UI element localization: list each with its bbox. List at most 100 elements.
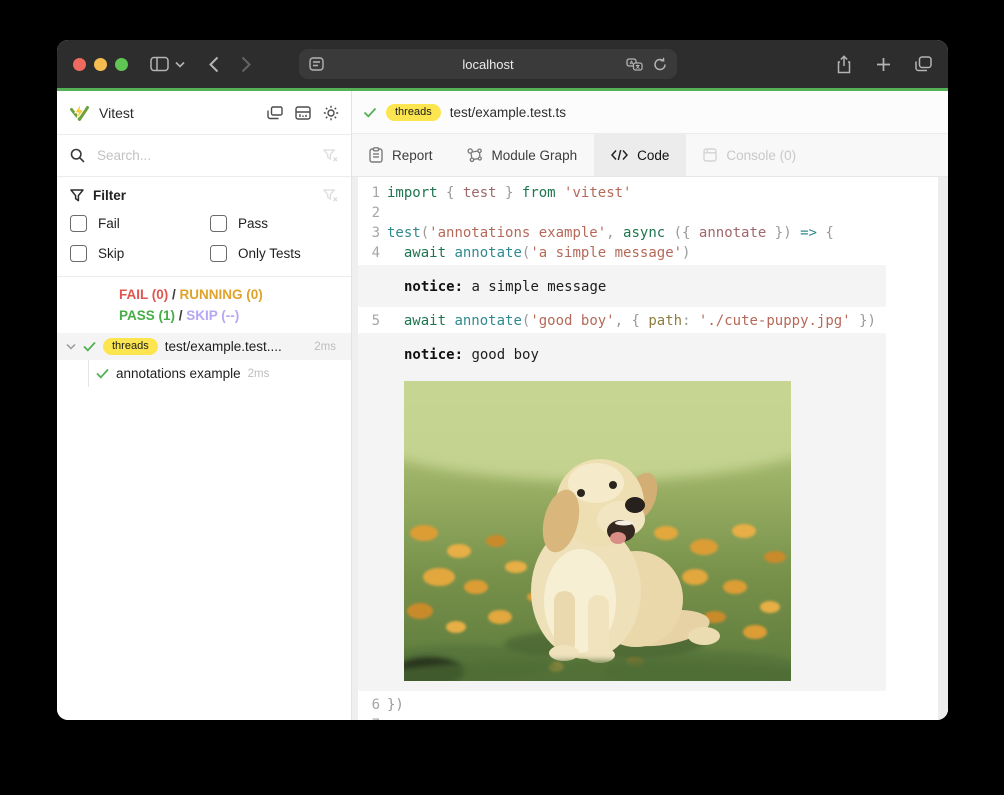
zoom-window-button[interactable] xyxy=(115,58,128,71)
filter-checkbox-only-tests[interactable]: Only Tests xyxy=(210,245,338,262)
line-number: 4 xyxy=(358,243,380,263)
share-icon[interactable] xyxy=(836,55,852,74)
code-line-1: 1 import { test } from 'vitest' xyxy=(358,183,938,203)
line-number: 6 xyxy=(358,695,380,715)
cute-puppy-photo xyxy=(404,381,791,681)
status-segment-pass: PASS (1) xyxy=(119,308,175,323)
new-tab-icon[interactable] xyxy=(876,57,891,72)
chevron-down-icon[interactable] xyxy=(175,61,185,68)
status-segment-sep: / xyxy=(175,308,186,323)
code-line-6: 6}) xyxy=(358,695,938,715)
summary-line-2: PASS (1) / SKIP (--) xyxy=(119,305,351,326)
tab-code[interactable]: Code xyxy=(594,134,686,176)
code-line-5: 5 await annotate('good boy', { path: './… xyxy=(358,311,938,331)
url-text[interactable]: localhost xyxy=(299,57,677,72)
pool-badge: threads xyxy=(386,104,441,121)
summary-line-1: FAIL (0) / RUNNING (0) xyxy=(119,284,351,305)
search-bar xyxy=(57,135,351,177)
annotation-notice: notice: good boy xyxy=(358,333,886,691)
tab-label: Report xyxy=(392,148,433,163)
forward-icon xyxy=(241,56,251,73)
filter-section: Filter Fail Pass Skip Only Tests xyxy=(57,177,351,277)
sidebar: Vitest xyxy=(57,91,352,720)
file-header: threads test/example.test.ts xyxy=(352,91,948,134)
line-code: import { test } from 'vitest' xyxy=(387,183,631,203)
line-code: test('annotations example', async ({ ann… xyxy=(387,223,834,243)
reload-icon[interactable] xyxy=(653,57,667,72)
line-code: await annotate('good boy', { path: './cu… xyxy=(387,311,876,331)
code-viewer[interactable]: 1 import { test } from 'vitest' 23 test('an… xyxy=(352,177,948,720)
checkbox-label: Fail xyxy=(98,216,120,231)
address-bar[interactable]: localhost xyxy=(299,49,677,79)
app-title: Vitest xyxy=(99,105,134,121)
test-file-name: test/example.test.... xyxy=(165,339,282,354)
main-panel: threads test/example.test.ts Report Modu… xyxy=(352,91,948,720)
code-line-7: 7 xyxy=(358,715,938,720)
checkbox-icon[interactable] xyxy=(70,215,87,232)
line-number: 5 xyxy=(358,311,380,331)
dashboard-icon[interactable] xyxy=(295,106,311,120)
line-code: }) xyxy=(387,695,404,715)
tab-report[interactable]: Report xyxy=(352,134,450,176)
tab-label: Code xyxy=(637,148,669,163)
search-icon xyxy=(70,148,85,163)
tab-console: Console (0) xyxy=(686,134,813,176)
filter-checkbox-fail[interactable]: Fail xyxy=(70,215,210,232)
checkbox-icon[interactable] xyxy=(210,245,227,262)
file-path: test/example.test.ts xyxy=(450,105,566,120)
line-code: await annotate('a simple message') xyxy=(387,243,690,263)
console-icon xyxy=(703,148,717,162)
tab-overview-icon[interactable] xyxy=(915,56,932,72)
checkbox-icon[interactable] xyxy=(210,215,227,232)
collapse-panels-icon[interactable] xyxy=(267,106,283,120)
annotation-notice: notice: a simple message xyxy=(358,265,886,307)
test-file-row[interactable]: threads test/example.test.... 2ms xyxy=(57,333,351,360)
tab-label: Console (0) xyxy=(726,148,796,163)
test-tree: threads test/example.test.... 2ms annota… xyxy=(57,333,351,720)
clear-search-filter-icon[interactable] xyxy=(323,149,338,162)
test-case-row[interactable]: annotations example 2ms xyxy=(89,360,351,387)
tab-module-graph[interactable]: Module Graph xyxy=(450,134,595,176)
translate-icon[interactable] xyxy=(626,58,643,71)
status-segment-fail: FAIL (0) xyxy=(119,287,168,302)
code-line-4: 4 await annotate('a simple message') xyxy=(358,243,938,263)
checkbox-label: Skip xyxy=(98,246,124,261)
view-tabs: Report Module Graph Code xyxy=(352,134,948,177)
checkbox-icon[interactable] xyxy=(70,245,87,262)
filter-checkbox-pass[interactable]: Pass xyxy=(210,215,338,232)
module-graph-icon xyxy=(467,148,483,163)
filter-title: Filter xyxy=(93,188,126,203)
sidebar-header: Vitest xyxy=(57,91,351,135)
test-duration: 2ms xyxy=(248,368,270,380)
chevron-down-icon[interactable] xyxy=(66,343,76,350)
checkbox-label: Only Tests xyxy=(238,246,301,261)
notice-message: a simple message xyxy=(463,279,606,295)
vitest-logo-icon xyxy=(69,103,90,123)
pass-check-icon xyxy=(83,341,96,352)
theme-sun-icon[interactable] xyxy=(323,105,339,121)
traffic-lights xyxy=(73,58,128,71)
close-window-button[interactable] xyxy=(73,58,86,71)
desktop: { "browser": { "url": "localhost", "icon… xyxy=(0,0,1004,795)
code-line-3: 3 test('annotations example', async ({ an… xyxy=(358,223,938,243)
status-segment-skip: SKIP (--) xyxy=(186,308,239,323)
funnel-icon xyxy=(70,189,84,202)
line-number: 2 xyxy=(358,203,380,223)
minimize-window-button[interactable] xyxy=(94,58,107,71)
scrollbar-track[interactable] xyxy=(938,177,948,720)
sidebar-toggle-icon[interactable] xyxy=(150,56,169,72)
line-number: 3 xyxy=(358,223,380,243)
back-icon[interactable] xyxy=(209,56,219,73)
browser-toolbar: localhost xyxy=(57,40,948,88)
line-number: 1 xyxy=(358,183,380,203)
test-case-name: annotations example xyxy=(116,366,241,381)
search-input[interactable] xyxy=(95,147,313,164)
checkbox-label: Pass xyxy=(238,216,268,231)
filter-checkbox-skip[interactable]: Skip xyxy=(70,245,210,262)
pass-check-icon xyxy=(363,107,377,118)
pool-badge: threads xyxy=(103,338,158,355)
notice-message: good boy xyxy=(463,347,539,363)
status-segment-sep: / xyxy=(168,287,179,302)
clear-filter-icon[interactable] xyxy=(323,189,338,202)
code-icon xyxy=(611,149,628,161)
